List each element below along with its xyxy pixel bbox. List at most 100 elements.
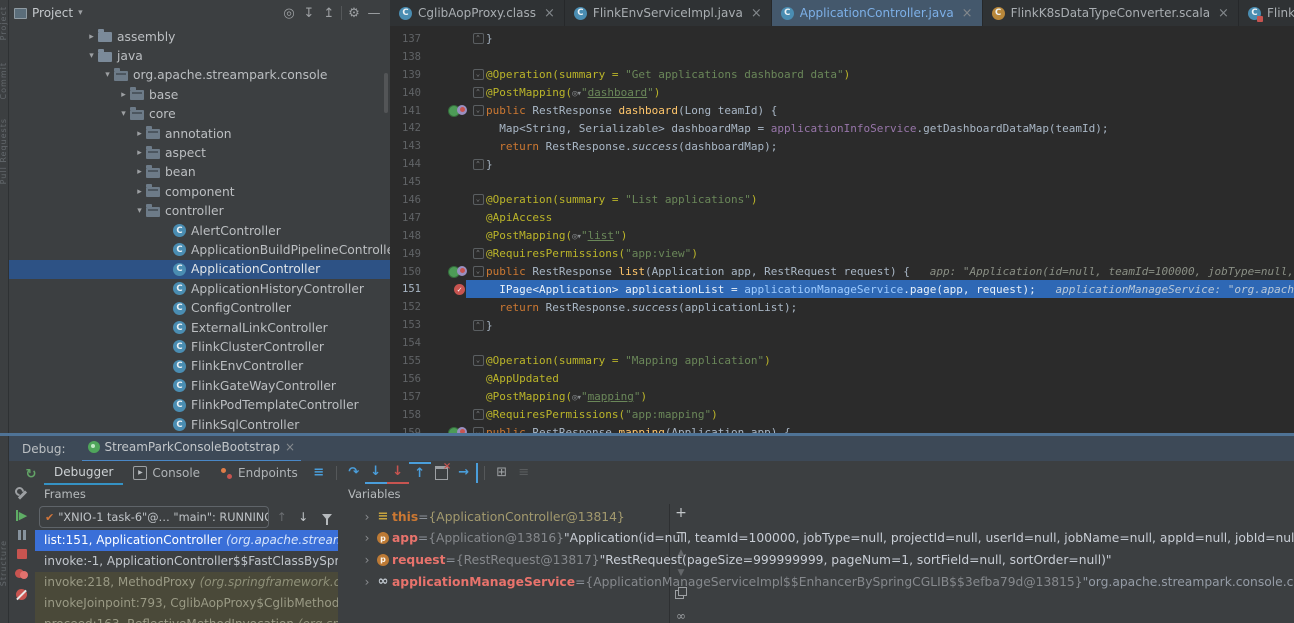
breakpoint-verified-icon[interactable]: ✓ [454,284,465,295]
chevron-right-icon[interactable]: ▸ [133,129,146,139]
tool-window-stripe-project[interactable]: Project [0,6,8,40]
left-tool-window-bar[interactable]: ProjectCommitPull RequestsStructure [0,0,9,623]
run-to-cursor-icon[interactable]: → [453,463,478,483]
code-line-158[interactable]: 158⌃@RequiresPermissions("app:mapping") [390,406,1294,424]
close-icon[interactable]: × [285,440,295,454]
line-number[interactable]: 150 [390,266,444,278]
gear-icon[interactable]: ⚙ [344,6,364,21]
rerun-icon[interactable]: ↻ [20,464,42,484]
line-number[interactable]: 156 [390,373,444,385]
fold-expand-icon[interactable]: ⌄ [473,266,484,277]
tree-item-controller[interactable]: ▾controller [8,202,390,221]
fold-expand-icon[interactable]: ⌄ [473,355,484,366]
code-line-149[interactable]: 149⌃@RequiresPermissions("app:view") [390,245,1294,263]
code-line-147[interactable]: 147@ApiAccess [390,209,1294,227]
debug-tab-console[interactable]: ▶Console [123,461,210,484]
tree-item-flinksqlcontroller[interactable]: CFlinkSqlController [8,415,390,433]
fold-collapse-icon[interactable]: ⌃ [473,33,484,44]
variable-row[interactable]: ›∞applicationManageService = {Applicatio… [360,571,1294,593]
thread-dropdown[interactable]: ✔"XNIO-1 task-6"@… "main": RUNNING▾ [39,506,269,528]
variable-row[interactable]: ›≡this = {ApplicationController@13814} [360,506,1294,528]
filter-icon[interactable] [322,514,332,520]
collapse-all-icon[interactable]: ↥ [319,6,339,21]
code-line-139[interactable]: 139⌄@Operation(summary = "Get applicatio… [390,66,1294,84]
evaluate-expression-icon[interactable]: ⊞ [491,463,513,483]
chevron-down-icon[interactable]: ▾ [85,51,98,61]
chevron-right-icon[interactable]: ▸ [133,148,146,158]
layout-icon[interactable]: ≡ [513,463,535,483]
arrow-down-icon[interactable]: ↓ [294,510,312,524]
project-scrollbar[interactable] [384,73,388,113]
close-icon[interactable]: × [962,6,973,21]
code-line-150[interactable]: 150⌄public RestResponse list(Application… [390,263,1294,281]
editor-tab-flinkenvserviceimpl-java[interactable]: CFlinkEnvServiceImpl.java× [565,0,772,26]
line-number[interactable]: 147 [390,212,444,224]
expand-all-icon[interactable]: ↧ [299,6,319,21]
chevron-down-icon[interactable]: ▾ [78,8,83,18]
tree-item-alertcontroller[interactable]: CAlertController [8,221,390,240]
request-mapping-icon[interactable]: ◎▾ [572,89,581,99]
code-line-151[interactable]: 151✓ IPage<Application> applicationList … [390,280,1294,298]
request-mapping-icon[interactable]: ◎▾ [572,393,581,403]
request-mapping-icon[interactable]: ◎▾ [572,232,581,242]
frame-row[interactable]: invokeJoinpoint:793, CglibAopProxy$Cglib… [35,593,338,614]
code-line-152[interactable]: 152 return RestResponse.success(applicat… [390,298,1294,316]
variable-row[interactable]: ›papp = {Application@13816} "Application… [360,528,1294,550]
pause-icon[interactable] [18,530,26,540]
line-number[interactable]: 138 [390,51,444,63]
code-line-153[interactable]: 153⌃} [390,316,1294,334]
step-out-icon[interactable]: ↑ [409,462,431,484]
fold-expand-icon[interactable]: ⌄ [473,194,484,205]
hide-icon[interactable]: — [364,6,384,21]
code-line-141[interactable]: 141⌄public RestResponse dashboard(Long t… [390,102,1294,120]
arrow-up-icon[interactable]: ↑ [273,510,291,524]
fold-collapse-icon[interactable]: ⌃ [473,159,484,170]
code-line-154[interactable]: 154 [390,334,1294,352]
tree-item-configcontroller[interactable]: CConfigController [8,298,390,317]
tree-item-flinkgatewaycontroller[interactable]: CFlinkGateWayController [8,376,390,395]
code-line-140[interactable]: 140⌃@PostMapping(◎▾"dashboard") [390,84,1294,102]
line-number[interactable]: 153 [390,319,444,331]
endpoint-method-icon[interactable] [448,105,467,117]
stop-icon[interactable] [17,549,27,559]
fold-collapse-icon[interactable]: ⌃ [473,87,484,98]
chevron-right-icon[interactable]: › [360,575,374,589]
code-line-157[interactable]: 157@PostMapping(◎▾"mapping") [390,388,1294,406]
tree-item-flinkclustercontroller[interactable]: CFlinkClusterController [8,337,390,356]
frame-row[interactable]: list:151, ApplicationController (org.apa… [35,530,338,551]
line-number[interactable]: 151 [390,283,444,295]
chevron-down-icon[interactable]: ▾ [101,70,114,80]
project-tree[interactable]: ▸assembly▾java▾org.apache.streampark.con… [8,27,390,433]
tree-item-core[interactable]: ▾core [8,105,390,124]
tree-item-component[interactable]: ▸component [8,182,390,201]
line-number[interactable]: 157 [390,391,444,403]
tree-item-applicationbuildpipelinecontroller[interactable]: CApplicationBuildPipelineController [8,240,390,259]
line-number[interactable]: 142 [390,122,444,134]
resume-icon[interactable]: ▶ [16,510,27,521]
line-number[interactable]: 152 [390,301,444,313]
editor-tab-flinkk8sdatatypeconverter-scala[interactable]: CFlinkK8sDataTypeConverter.scala× [983,0,1239,26]
frame-row[interactable]: proceed:163, ReflectiveMethodInvocation … [35,614,338,623]
line-number[interactable]: 141 [390,105,444,117]
chevron-down-icon[interactable]: ▾ [133,206,146,216]
close-icon[interactable]: × [544,6,555,21]
chevron-right-icon[interactable]: ▸ [133,187,146,197]
frame-row[interactable]: invoke:-1, ApplicationController$$FastCl… [35,551,338,572]
line-number[interactable]: 155 [390,355,444,367]
crosshair-icon[interactable]: ◎ [279,6,299,21]
drop-frame-icon[interactable] [435,466,448,480]
tree-item-assembly[interactable]: ▸assembly [8,27,390,46]
close-icon[interactable]: × [1218,6,1229,21]
step-into-icon[interactable]: ↓ [365,462,387,484]
tree-item-aspect[interactable]: ▸aspect [8,143,390,162]
code-line-138[interactable]: 138 [390,48,1294,66]
line-number[interactable]: 154 [390,337,444,349]
chevron-right-icon[interactable]: › [360,531,374,545]
view-breakpoints-icon[interactable] [15,568,29,580]
force-step-into-icon[interactable]: ↓ [387,462,409,484]
code-line-145[interactable]: 145 [390,173,1294,191]
tree-item-base[interactable]: ▸base [8,85,390,104]
editor-debug-splitter[interactable] [0,433,1294,436]
chevron-right-icon[interactable]: ▸ [85,32,98,42]
fold-collapse-icon[interactable]: ⌃ [473,409,484,420]
